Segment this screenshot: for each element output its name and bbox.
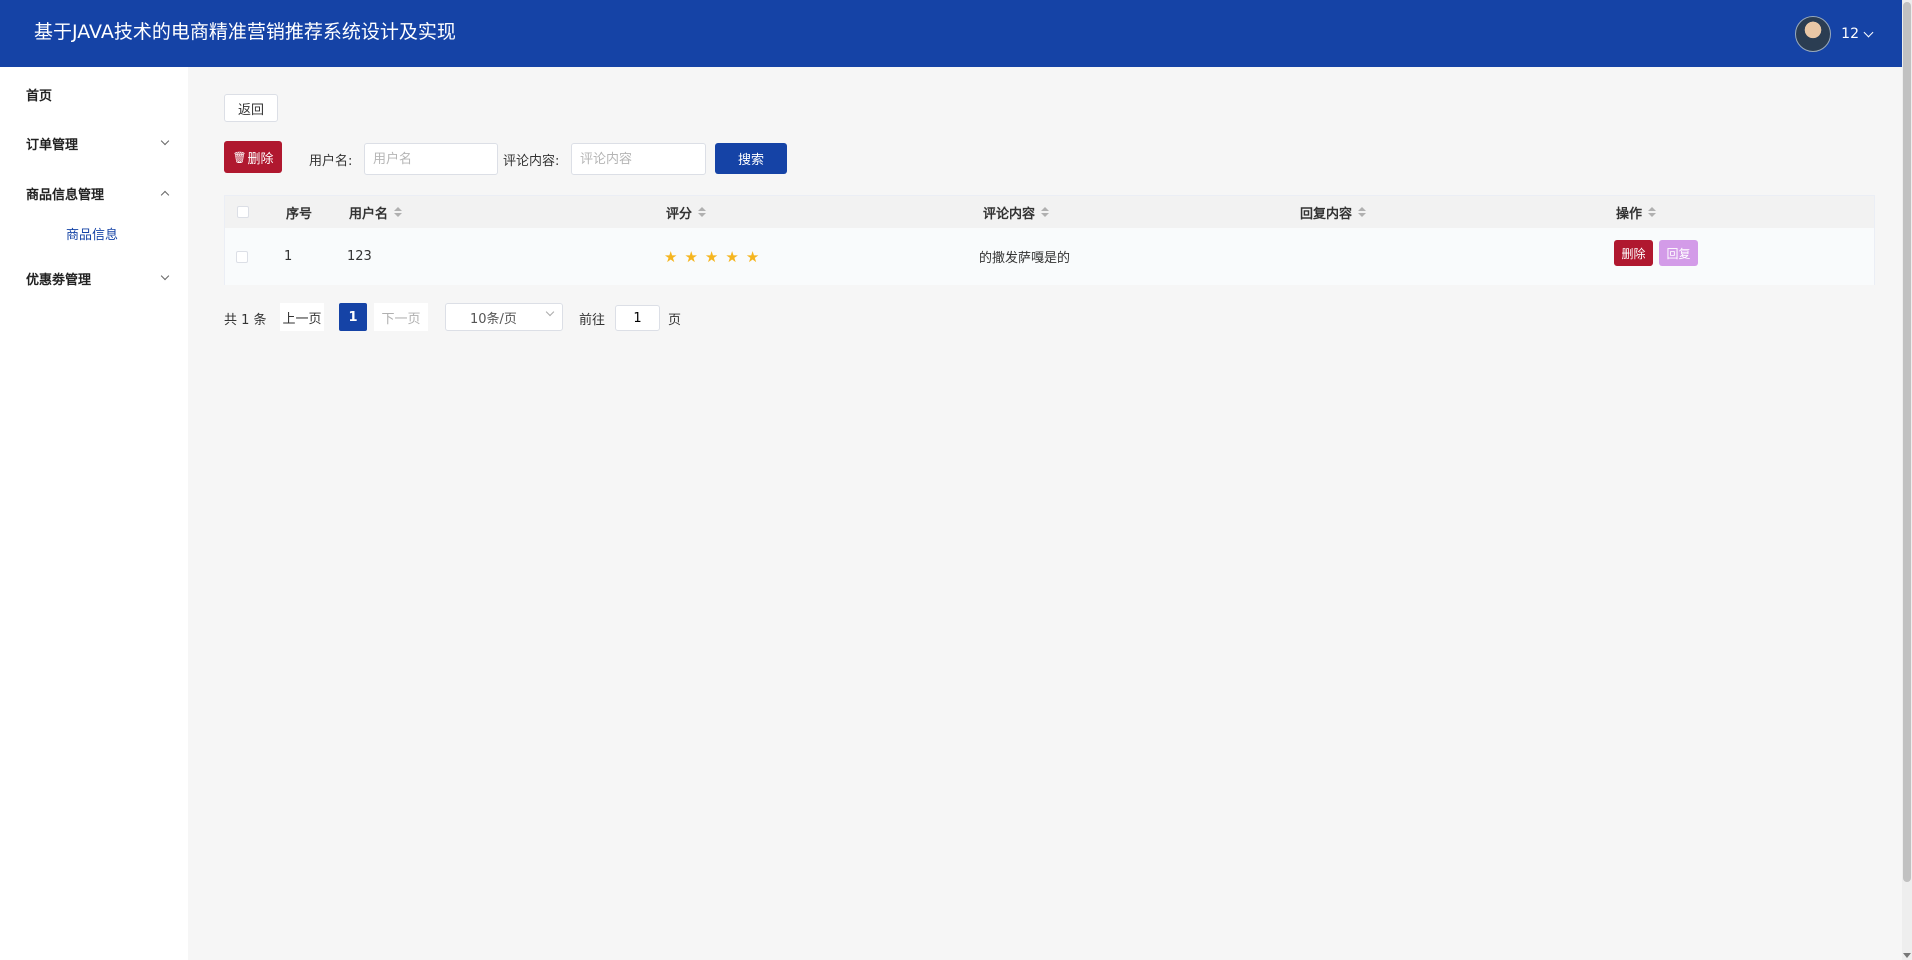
row-username: 123 <box>347 249 372 264</box>
row-index: 1 <box>284 249 293 264</box>
sidebar-subitem-product-info[interactable]: 商品信息 <box>66 224 118 243</box>
username-search-input[interactable] <box>364 143 498 175</box>
search-button[interactable]: 搜索 <box>715 143 787 174</box>
table-header: 序号 用户名 评分 评论内容 回复内容 操作 <box>225 196 1874 228</box>
sidebar: 首页 订单管理 商品信息管理 商品信息 优惠劵管理 <box>0 67 188 960</box>
sidebar-item-label: 订单管理 <box>26 137 79 153</box>
row-select-cell[interactable] <box>236 228 248 285</box>
column-label: 操作 <box>1616 206 1643 222</box>
sidebar-item-label: 商品信息管理 <box>26 187 105 203</box>
row-rating: ★ ★ ★ ★ ★ <box>664 228 759 285</box>
row-delete-button[interactable]: 删除 <box>1614 240 1653 266</box>
rating-stars: ★ ★ ★ ★ ★ <box>664 248 759 266</box>
trash-icon: 🗑 <box>232 150 247 164</box>
star-icon: ★ <box>725 247 739 266</box>
user-menu[interactable]: 12 <box>1795 16 1874 52</box>
select-all-checkbox[interactable] <box>237 206 249 218</box>
pagination: 共 1 条 上一页 1 下一页 10条/页 前往 页 <box>224 303 724 331</box>
star-icon: ★ <box>704 247 719 266</box>
comment-search-input[interactable] <box>571 143 706 175</box>
sidebar-item-coupons[interactable]: 优惠劵管理 <box>26 266 170 290</box>
page-scrollbar[interactable] <box>1902 0 1912 960</box>
avatar[interactable] <box>1795 16 1832 52</box>
column-label: 评分 <box>666 206 693 222</box>
select-all-cell[interactable] <box>237 196 249 228</box>
column-label: 序号 <box>286 206 313 222</box>
column-label: 回复内容 <box>1300 206 1353 222</box>
comments-table: 序号 用户名 评分 评论内容 回复内容 操作 1 123 ★ ★ ★ ★ ★ 的… <box>224 195 1875 285</box>
table-row: 1 123 ★ ★ ★ ★ ★ 的撒发萨嘎是的 删除 回复 <box>225 228 1874 285</box>
page-suffix-label: 页 <box>668 313 682 328</box>
chevron-down-icon <box>160 136 170 146</box>
page-size-value: 10条/页 <box>470 311 517 327</box>
batch-delete-button[interactable]: 🗑 删除 <box>224 141 282 173</box>
sort-icon[interactable] <box>1358 207 1367 217</box>
column-reply[interactable]: 回复内容 <box>1300 196 1367 228</box>
sort-icon[interactable] <box>1648 207 1657 217</box>
goto-page-input[interactable] <box>615 305 660 331</box>
app-title: 基于JAVA技术的电商精准营销推荐系统设计及实现 <box>34 21 456 43</box>
current-page-number[interactable]: 1 <box>339 303 367 331</box>
page-size-select[interactable]: 10条/页 <box>445 303 563 331</box>
row-checkbox[interactable] <box>236 250 248 263</box>
column-comment[interactable]: 评论内容 <box>983 196 1050 228</box>
pagination-total: 共 1 条 <box>224 313 267 328</box>
sidebar-item-home[interactable]: 首页 <box>26 82 168 106</box>
batch-delete-label: 删除 <box>247 151 274 167</box>
next-page-button[interactable]: 下一页 <box>374 303 428 331</box>
row-reply-button[interactable]: 回复 <box>1659 240 1698 266</box>
username-label: 12 <box>1841 26 1859 42</box>
comment-filter-label: 评论内容: <box>503 154 560 169</box>
star-icon: ★ <box>684 247 698 266</box>
top-header: 基于JAVA技术的电商精准营销推荐系统设计及实现 12 <box>0 0 1902 67</box>
chevron-down-icon <box>545 307 555 317</box>
sort-icon[interactable] <box>698 207 707 217</box>
chevron-up-icon <box>160 190 170 199</box>
sidebar-item-label: 首页 <box>26 88 53 104</box>
sidebar-item-products[interactable]: 商品信息管理 <box>26 181 170 205</box>
scrollbar-thumb[interactable] <box>1903 2 1911 882</box>
column-rating[interactable]: 评分 <box>666 196 707 228</box>
chevron-down-icon <box>160 271 170 281</box>
sidebar-item-orders[interactable]: 订单管理 <box>26 131 170 155</box>
star-icon: ★ <box>745 247 760 266</box>
column-label: 评论内容 <box>983 206 1036 222</box>
sort-icon[interactable] <box>394 207 403 217</box>
column-username[interactable]: 用户名 <box>349 196 403 228</box>
scroll-down-icon[interactable] <box>1903 953 1911 958</box>
back-button[interactable]: 返回 <box>224 94 278 122</box>
sidebar-item-label: 优惠劵管理 <box>26 272 92 288</box>
row-comment: 的撒发萨嘎是的 <box>979 251 1071 266</box>
column-actions[interactable]: 操作 <box>1616 196 1657 228</box>
goto-label: 前往 <box>579 313 606 328</box>
prev-page-button[interactable]: 上一页 <box>280 303 324 331</box>
column-index: 序号 <box>286 196 312 228</box>
username-filter-label: 用户名: <box>309 154 353 169</box>
column-label: 用户名 <box>349 206 389 222</box>
sort-icon[interactable] <box>1041 207 1050 217</box>
star-icon: ★ <box>664 247 678 266</box>
chevron-down-icon <box>1863 27 1874 37</box>
